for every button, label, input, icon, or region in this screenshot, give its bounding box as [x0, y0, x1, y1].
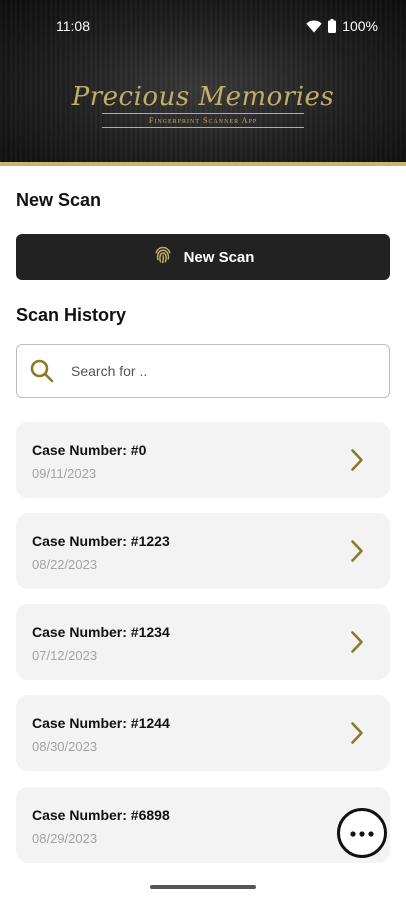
home-indicator[interactable]: [150, 885, 256, 889]
case-number: Case Number: #1244: [32, 715, 170, 731]
search-icon: [29, 358, 55, 384]
more-options-button[interactable]: [337, 808, 387, 858]
status-bar: 11:08 100%: [0, 0, 406, 52]
scan-history-item[interactable]: Case Number: #6898 08/29/2023: [16, 787, 390, 863]
battery-icon: [328, 19, 337, 33]
scan-history-heading: Scan History: [16, 305, 127, 325]
search-input[interactable]: [69, 362, 363, 380]
more-horizontal-icon: [350, 824, 374, 842]
scan-date: 08/29/2023: [32, 831, 98, 846]
case-number: Case Number: #1223: [32, 533, 170, 549]
chevron-right-icon: [350, 539, 364, 568]
status-indicators: 100%: [306, 18, 378, 34]
chevron-right-icon: [350, 721, 364, 750]
scan-history-item[interactable]: Case Number: #1234 07/12/2023: [16, 604, 390, 680]
logo-divider-bottom: [102, 127, 304, 128]
logo-title: Precious Memories: [71, 82, 335, 112]
case-number: Case Number: #0: [32, 442, 147, 458]
logo-divider: [102, 113, 304, 114]
fingerprint-icon: [152, 244, 174, 270]
new-scan-heading: New Scan: [16, 190, 102, 210]
app-logo: Precious Memories Fingerprint Scanner Ap…: [0, 82, 406, 128]
wifi-icon: [306, 19, 322, 33]
case-number: Case Number: #1234: [32, 624, 170, 640]
chevron-right-icon: [350, 448, 364, 477]
scan-date: 07/12/2023: [32, 648, 98, 663]
scan-history-item[interactable]: Case Number: #0 09/11/2023: [16, 422, 390, 498]
new-scan-button-label: New Scan: [183, 248, 255, 266]
search-box[interactable]: [16, 344, 390, 398]
chevron-right-icon: [350, 630, 364, 659]
scan-history-item[interactable]: Case Number: #1244 08/30/2023: [16, 695, 390, 771]
scan-history-item[interactable]: Case Number: #1223 08/22/2023: [16, 513, 390, 589]
app-header: 11:08 100% Precious Memories Fingerprint…: [0, 0, 406, 166]
scan-date: 08/30/2023: [32, 739, 98, 754]
status-time: 11:08: [56, 18, 90, 34]
battery-level: 100%: [342, 18, 378, 34]
case-number: Case Number: #6898: [32, 807, 170, 823]
logo-subtitle: Fingerprint Scanner App: [148, 116, 258, 125]
scan-date: 09/11/2023: [32, 466, 97, 481]
new-scan-button[interactable]: New Scan: [16, 234, 390, 280]
scan-date: 08/22/2023: [32, 557, 98, 572]
